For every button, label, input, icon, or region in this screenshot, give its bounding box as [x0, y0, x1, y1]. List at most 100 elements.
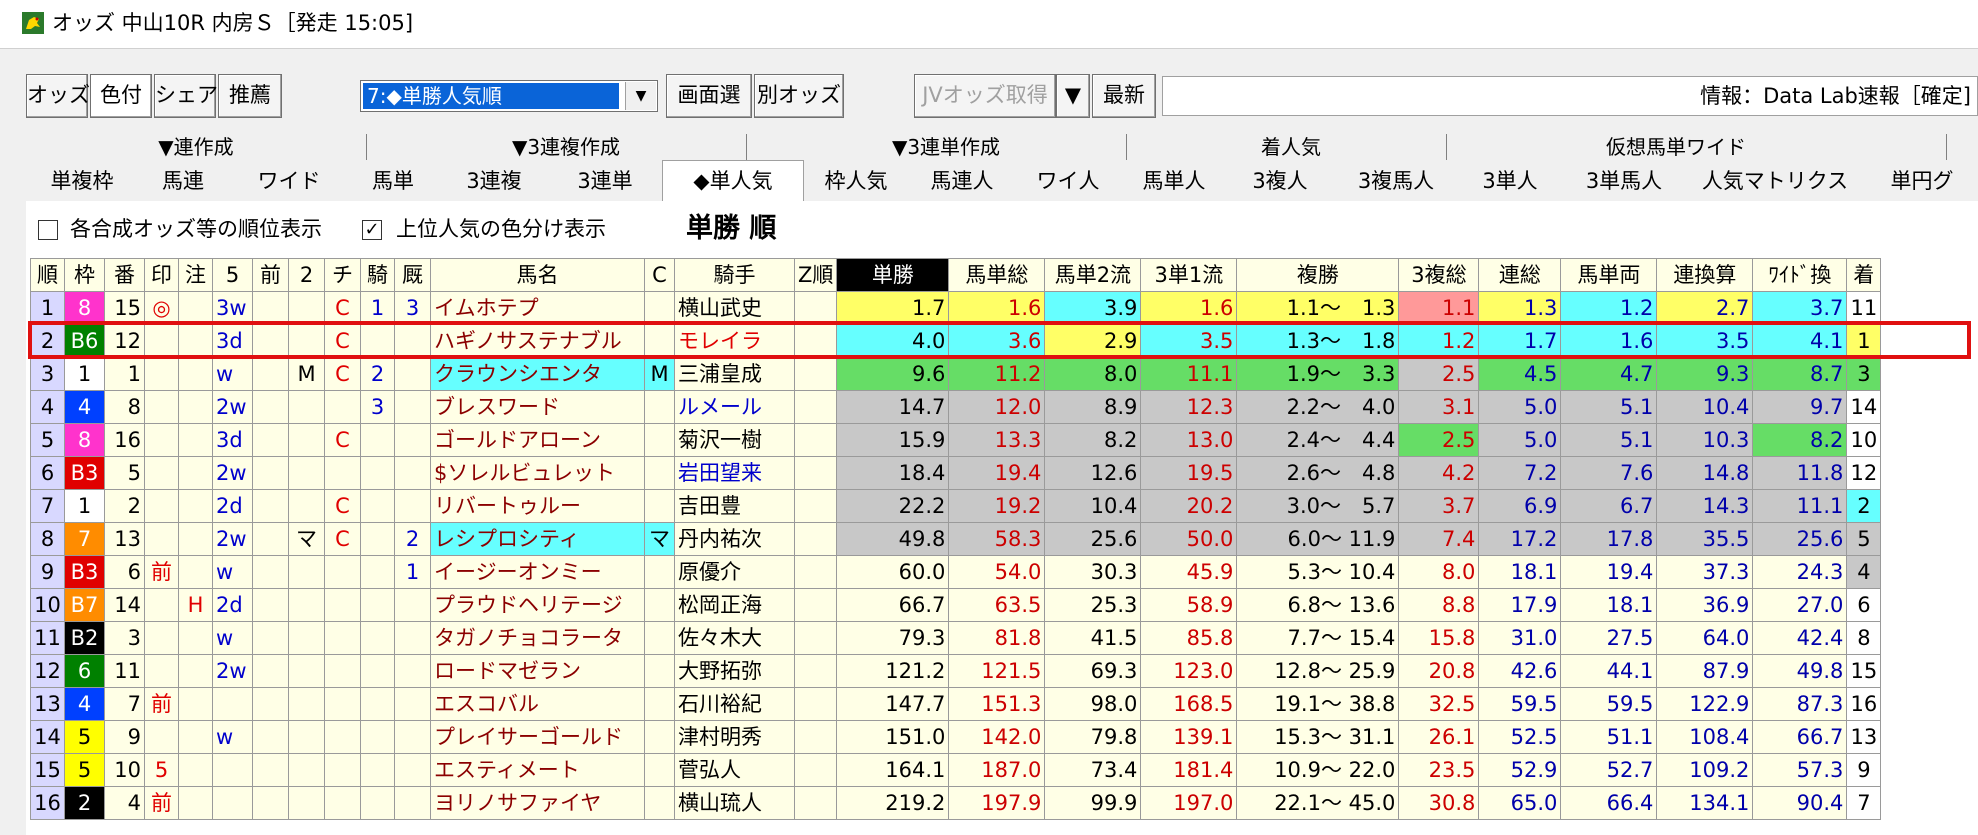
- rank-cell[interactable]: 11: [30, 621, 65, 655]
- ki-cell[interactable]: [360, 654, 395, 688]
- wk-cell[interactable]: 8.2: [1752, 423, 1848, 457]
- chaku-cell[interactable]: 12: [1846, 456, 1882, 490]
- wk-cell[interactable]: 11.1: [1752, 489, 1848, 523]
- ki-cell[interactable]: [360, 456, 395, 490]
- f5-cell[interactable]: 3w: [212, 291, 253, 325]
- tan-cell[interactable]: 18.4: [836, 456, 950, 490]
- rank-cell[interactable]: 4: [30, 390, 65, 424]
- chi-cell[interactable]: [324, 786, 361, 820]
- z-cell[interactable]: [793, 456, 838, 490]
- note-cell[interactable]: [178, 456, 213, 490]
- b2-cell[interactable]: 73.4: [1044, 753, 1142, 787]
- f5-cell[interactable]: w: [212, 357, 253, 391]
- waku-cell[interactable]: B3: [64, 456, 105, 490]
- bt-cell[interactable]: 3.6: [948, 324, 1046, 358]
- waku-cell[interactable]: 2: [64, 786, 105, 820]
- kyu-cell[interactable]: [394, 588, 431, 622]
- b2-cell[interactable]: 69.3: [1044, 654, 1142, 688]
- z-cell[interactable]: [793, 753, 838, 787]
- f3-cell[interactable]: 20.8: [1398, 654, 1480, 688]
- tab-tan-en-graph[interactable]: 単円グ: [1866, 164, 1978, 198]
- col-header[interactable]: 前: [252, 258, 289, 292]
- f5-cell[interactable]: w: [212, 555, 253, 589]
- rk-cell[interactable]: 37.3: [1656, 555, 1754, 589]
- note-cell[interactable]: [178, 621, 213, 655]
- bt-cell[interactable]: 142.0: [948, 720, 1046, 754]
- chaku-cell[interactable]: 9: [1846, 753, 1882, 787]
- s1-cell[interactable]: 19.5: [1140, 456, 1238, 490]
- rk-cell[interactable]: 36.9: [1656, 588, 1754, 622]
- s1-cell[interactable]: 45.9: [1140, 555, 1238, 589]
- rank-cell[interactable]: 8: [30, 522, 65, 556]
- horse-name-cell[interactable]: クラウンシエンタ: [430, 357, 645, 391]
- wk-cell[interactable]: 9.7: [1752, 390, 1848, 424]
- mae-cell[interactable]: [252, 291, 289, 325]
- z-cell[interactable]: [793, 621, 838, 655]
- br-cell[interactable]: 59.5: [1560, 687, 1658, 721]
- note-cell[interactable]: [178, 687, 213, 721]
- s1-cell[interactable]: 85.8: [1140, 621, 1238, 655]
- mae-cell[interactable]: [252, 687, 289, 721]
- chi-cell[interactable]: C: [324, 324, 361, 358]
- f2-cell[interactable]: [288, 621, 325, 655]
- f5-cell[interactable]: 2w: [212, 456, 253, 490]
- f3-cell[interactable]: 1.2: [1398, 324, 1480, 358]
- bt-cell[interactable]: 11.2: [948, 357, 1046, 391]
- b2-cell[interactable]: 30.3: [1044, 555, 1142, 589]
- mae-cell[interactable]: [252, 489, 289, 523]
- tan-cell[interactable]: 147.7: [836, 687, 950, 721]
- horse-name-cell[interactable]: ゴールドアローン: [430, 423, 645, 457]
- f5-cell[interactable]: 3d: [212, 423, 253, 457]
- waku-cell[interactable]: 6: [64, 654, 105, 688]
- rs-cell[interactable]: 52.5: [1478, 720, 1562, 754]
- horse-name-cell[interactable]: タガノチョコラータ: [430, 621, 645, 655]
- col-header-selected[interactable]: 単勝: [836, 258, 950, 292]
- b2-cell[interactable]: 25.3: [1044, 588, 1142, 622]
- rk-cell[interactable]: 122.9: [1656, 687, 1754, 721]
- b2-cell[interactable]: 98.0: [1044, 687, 1142, 721]
- mark-cell[interactable]: [144, 720, 179, 754]
- color-button[interactable]: 色付: [90, 74, 152, 118]
- kyu-cell[interactable]: [394, 687, 431, 721]
- f5-cell[interactable]: w: [212, 720, 253, 754]
- mark-cell[interactable]: 前: [144, 687, 179, 721]
- fuku-cell[interactable]: 6.0～ 11.9: [1236, 522, 1400, 556]
- ki-cell[interactable]: [360, 588, 395, 622]
- f2-cell[interactable]: [288, 786, 325, 820]
- tab-3tan-uma-ninki[interactable]: 3単馬人: [1564, 164, 1684, 198]
- recommend-button[interactable]: 推薦: [218, 74, 282, 118]
- z-cell[interactable]: [793, 291, 838, 325]
- chaku-cell[interactable]: 15: [1846, 654, 1882, 688]
- z-cell[interactable]: [793, 555, 838, 589]
- wk-cell[interactable]: 49.8: [1752, 654, 1848, 688]
- c-cell[interactable]: [644, 324, 675, 358]
- chi-cell[interactable]: C: [324, 423, 361, 457]
- waku-cell[interactable]: 4: [64, 687, 105, 721]
- rs-cell[interactable]: 5.0: [1478, 390, 1562, 424]
- mae-cell[interactable]: [252, 588, 289, 622]
- ki-cell[interactable]: [360, 621, 395, 655]
- f3-cell[interactable]: 8.8: [1398, 588, 1480, 622]
- s1-cell[interactable]: 139.1: [1140, 720, 1238, 754]
- jockey-cell[interactable]: 三浦皇成: [674, 357, 795, 391]
- num-cell[interactable]: 6: [104, 555, 145, 589]
- num-cell[interactable]: 5: [104, 456, 145, 490]
- col-header[interactable]: 3単1流: [1140, 258, 1238, 292]
- ki-cell[interactable]: [360, 489, 395, 523]
- bt-cell[interactable]: 151.3: [948, 687, 1046, 721]
- num-cell[interactable]: 9: [104, 720, 145, 754]
- br-cell[interactable]: 4.7: [1560, 357, 1658, 391]
- tab-3fuku-uma-ninki[interactable]: 3複馬人: [1336, 164, 1456, 198]
- kyu-cell[interactable]: 2: [394, 522, 431, 556]
- num-cell[interactable]: 2: [104, 489, 145, 523]
- waku-cell[interactable]: 5: [64, 753, 105, 787]
- wk-cell[interactable]: 90.4: [1752, 786, 1848, 820]
- chaku-cell[interactable]: 4: [1846, 555, 1882, 589]
- col-header[interactable]: 連総: [1478, 258, 1562, 292]
- col-header[interactable]: 厩: [394, 258, 431, 292]
- chaku-cell[interactable]: 11: [1846, 291, 1882, 325]
- rk-cell[interactable]: 108.4: [1656, 720, 1754, 754]
- num-cell[interactable]: 1: [104, 357, 145, 391]
- chaku-cell[interactable]: 5: [1846, 522, 1882, 556]
- z-cell[interactable]: [793, 357, 838, 391]
